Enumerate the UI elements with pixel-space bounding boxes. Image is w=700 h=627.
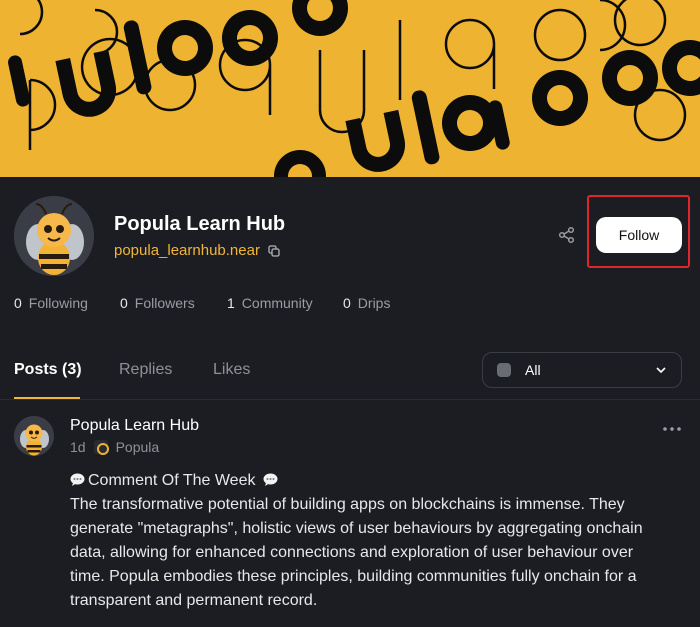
- stat-followers[interactable]: 0 Followers: [120, 295, 227, 311]
- share-icon[interactable]: [558, 226, 576, 244]
- post-time: 1d: [70, 439, 86, 455]
- profile-avatar[interactable]: [14, 196, 94, 276]
- stat-label: Community: [241, 295, 313, 311]
- post-author-name[interactable]: Popula Learn Hub: [70, 417, 199, 435]
- stat-following[interactable]: 0 Following: [14, 295, 120, 311]
- profile-stats: 0 Following 0 Followers 1 Community 0 Dr…: [14, 295, 390, 311]
- tab-likes[interactable]: Likes: [213, 361, 250, 379]
- post-community[interactable]: Popula: [116, 439, 160, 455]
- profile-name: Popula Learn Hub: [114, 213, 286, 235]
- copy-icon[interactable]: [268, 244, 280, 257]
- post-title: Comment Of The Week: [88, 472, 256, 489]
- stat-label: Followers: [134, 295, 195, 311]
- post-content: Comment Of The Week The transformative p…: [70, 469, 670, 613]
- bee-mascot-icon: [14, 416, 54, 456]
- tabs-divider: [0, 399, 700, 400]
- post-text-line: generate "metagraphs", holistic views of…: [70, 520, 643, 537]
- speech-bubble-icon: [263, 473, 278, 486]
- chevron-down-icon: [656, 367, 666, 374]
- community-badge-icon: [93, 440, 109, 455]
- speech-bubble-icon: [70, 473, 85, 486]
- filter-selected-value: All: [525, 362, 541, 378]
- tab-posts[interactable]: Posts (3): [14, 361, 119, 379]
- profile-banner: [0, 0, 700, 177]
- community-logo-icon: [497, 363, 511, 377]
- post-text-line: data, allowing for enhanced connections …: [70, 544, 634, 561]
- profile-section: Popula Learn Hub popula_learnhub.near Fo…: [0, 177, 700, 627]
- profile-handle: popula_learnhub.near: [114, 242, 280, 259]
- profile-tabs: Posts (3) Replies Likes: [14, 361, 250, 379]
- tab-replies[interactable]: Replies: [119, 361, 213, 379]
- post-title-line: Comment Of The Week: [70, 469, 670, 493]
- community-filter-select[interactable]: All: [482, 352, 682, 388]
- stat-value: 0: [14, 295, 22, 311]
- more-options-icon[interactable]: [662, 426, 682, 432]
- handle-text[interactable]: popula_learnhub.near: [114, 242, 260, 259]
- stat-drips[interactable]: 0 Drips: [343, 295, 390, 311]
- post-text-line: time. Popula embodies these principles, …: [70, 568, 637, 585]
- banner-pattern: [8, 0, 700, 177]
- stat-label: Drips: [357, 295, 391, 311]
- post-author-avatar[interactable]: [14, 416, 54, 456]
- post-text-line: The transformative potential of building…: [70, 496, 625, 513]
- post-text-line: transparent and permanent record.: [70, 592, 318, 609]
- stat-value: 0: [120, 295, 128, 311]
- post-meta: 1d Popula: [70, 439, 159, 455]
- stat-value: 1: [227, 295, 235, 311]
- stat-label: Following: [28, 295, 88, 311]
- stat-community[interactable]: 1 Community: [227, 295, 343, 311]
- follow-button[interactable]: Follow: [596, 217, 682, 253]
- bee-mascot-icon: [14, 196, 94, 276]
- stat-value: 0: [343, 295, 351, 311]
